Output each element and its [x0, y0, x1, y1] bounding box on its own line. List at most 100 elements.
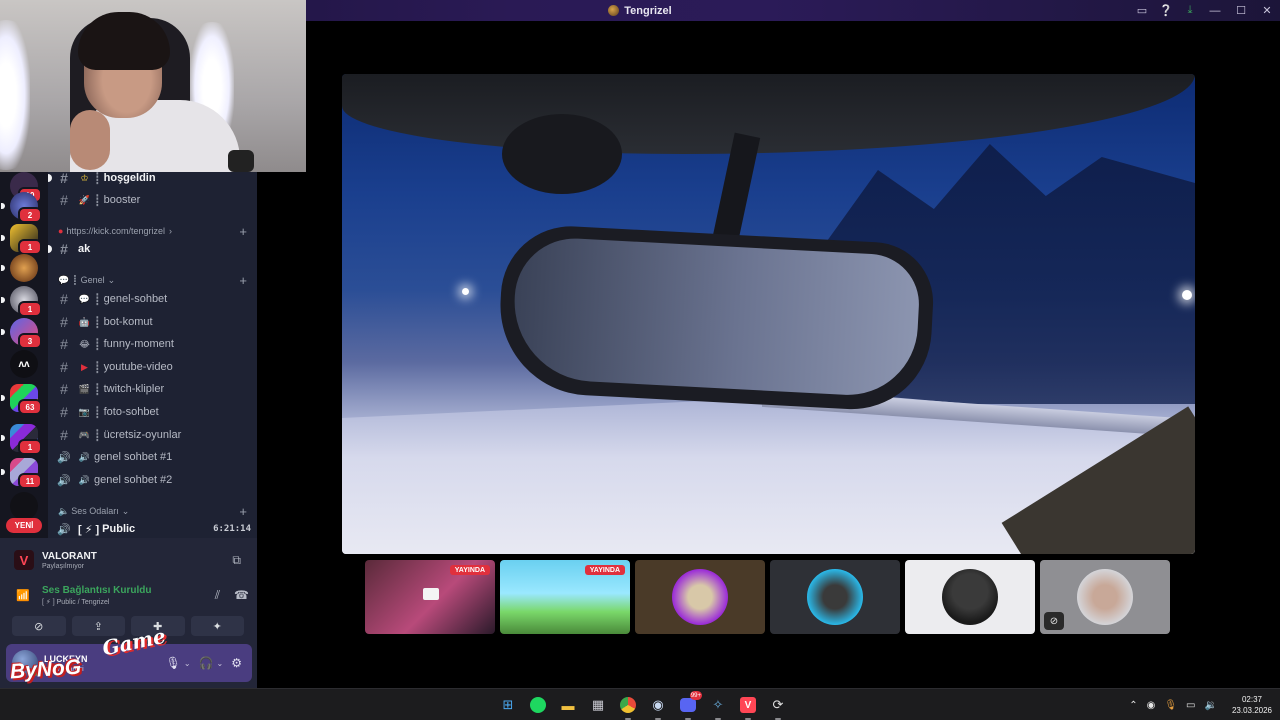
close-button[interactable]: ✕	[1254, 0, 1280, 21]
server-icon-5[interactable]: 1	[1, 286, 42, 317]
server-folder-1[interactable]: 63	[1, 384, 42, 415]
mention-badge: 63	[18, 399, 42, 415]
file-explorer-icon[interactable]: ▬	[556, 693, 580, 717]
voice-channel-genel-sohbet-1[interactable]: 🔊 🔊 genel sohbet #1	[56, 447, 251, 467]
channel-booster[interactable]: # 🚀 ┋ booster	[56, 190, 251, 210]
chevron-down-icon[interactable]: ⌄	[184, 659, 191, 668]
add-channel-icon[interactable]: +	[239, 273, 247, 288]
download-icon[interactable]: ⤓	[1178, 0, 1202, 21]
server-avatar: ʌʌ	[10, 350, 38, 378]
activities-button[interactable]: ✚	[131, 616, 185, 636]
category-name: Genel	[80, 275, 105, 285]
channel-emoji: 🎮	[78, 429, 91, 440]
valorant-taskbar-icon[interactable]: V	[736, 693, 760, 720]
channel-separator: ┋	[94, 429, 101, 442]
channel-name: ak	[78, 243, 91, 255]
user-area[interactable]: LUCKEYN yandı, cambi 🎙 ⌄ 🎧 ⌄ ⚙	[6, 644, 252, 682]
voice-timer: 6:21:14	[213, 524, 251, 534]
text-channel-icon: #	[60, 314, 68, 330]
channel-foto-sohbet[interactable]: # 📷 ┋ foto-sohbet	[56, 402, 251, 422]
server-icon-6[interactable]: 3	[1, 318, 42, 349]
username: LUCKEYN	[44, 653, 88, 664]
channel-ucretsiz-oyunlar[interactable]: # 🎮 ┋ ücretsiz-oyunlar	[56, 425, 251, 445]
network-icon[interactable]: ▭	[1186, 700, 1195, 711]
channel-emoji: 📷	[78, 406, 91, 417]
noise-suppression-icon[interactable]: ⫽	[215, 588, 220, 603]
add-channel-icon[interactable]: +	[239, 224, 247, 239]
unread-indicator	[48, 174, 52, 182]
screen-share-button[interactable]: ⇪	[71, 616, 125, 636]
clock[interactable]: 02:37 23.03.2026	[1232, 694, 1272, 716]
channel-emoji: 🤖	[78, 316, 91, 327]
gear-icon[interactable]: ⚙	[231, 656, 242, 670]
help-icon[interactable]: ❔	[1154, 0, 1178, 21]
participant-tile-3[interactable]	[905, 560, 1035, 634]
category-genel[interactable]: 💬 ┋ Genel ⌄ +	[58, 273, 247, 288]
channel-funny-moment[interactable]: # 😂 ┋ funny-moment	[56, 334, 251, 354]
channel-separator: ┋	[94, 293, 101, 306]
video-dashcam	[502, 114, 622, 194]
disconnect-icon[interactable]: ☎	[234, 588, 249, 602]
start-button[interactable]: ⊞	[496, 693, 520, 717]
steam-tray-icon[interactable]: ◉	[1147, 700, 1156, 711]
focused-stream-video[interactable]	[342, 74, 1195, 554]
maximize-button[interactable]: ☐	[1228, 0, 1254, 21]
add-channel-icon[interactable]: +	[239, 504, 247, 519]
avatar[interactable]	[12, 650, 40, 678]
channel-hosgeldin[interactable]: # ♔ ┋ hoşgeldin	[48, 172, 251, 188]
channel-name: funny-moment	[103, 338, 174, 350]
category-kick[interactable]: ● https://kick.com/tengrizel › +	[58, 224, 247, 239]
inbox-icon[interactable]: ▭	[1130, 0, 1154, 21]
chrome-icon[interactable]	[616, 693, 640, 720]
voice-channel-genel-sohbet-2[interactable]: 🔊 🔊 genel sohbet #2	[56, 470, 251, 490]
unread-indicator	[1, 265, 5, 271]
channel-ak[interactable]: # ak	[48, 239, 251, 259]
unread-indicator	[1, 329, 5, 335]
server-avatar	[10, 492, 38, 520]
server-icon-3[interactable]: 1	[1, 224, 42, 255]
spotify-icon[interactable]	[526, 693, 550, 717]
category-name: https://kick.com/tengrizel	[66, 226, 165, 236]
server-folder-3[interactable]: 11	[1, 458, 42, 489]
online-status-icon	[31, 669, 40, 678]
server-icon-8[interactable]	[10, 492, 38, 520]
channel-genel-sohbet[interactable]: # 💬 ┋ genel-sohbet	[56, 289, 251, 309]
network-app-icon[interactable]: ✧	[706, 693, 730, 720]
server-icon-2[interactable]: 2	[1, 192, 42, 223]
voice-connected-label: Ses Bağlantısı Kuruldu	[42, 584, 152, 596]
store-icon[interactable]: ▦	[586, 693, 610, 717]
stream-thumb-1[interactable]: YAYINDA	[365, 560, 495, 634]
share-screen-icon[interactable]: ⧉	[232, 553, 241, 568]
participant-tile-1[interactable]	[635, 560, 765, 634]
participant-tile-4[interactable]: ⊘	[1040, 560, 1170, 634]
chevron-up-icon[interactable]: ⌃	[1129, 700, 1137, 711]
stream-thumb-2[interactable]: YAYINDA	[500, 560, 630, 634]
valorant-icon: V	[14, 550, 34, 570]
mention-badge: 1	[18, 239, 42, 255]
soundboard-button[interactable]: ✦	[190, 616, 244, 636]
discord-icon[interactable]: 99+	[676, 691, 702, 720]
streamer-hand	[70, 110, 110, 170]
chevron-down-icon[interactable]: ⌄	[217, 659, 224, 668]
riot-client-icon[interactable]: ⟳	[766, 693, 790, 720]
volume-icon[interactable]: 🔉	[1205, 700, 1217, 711]
channel-separator: ┋	[94, 406, 101, 419]
server-icon-7[interactable]: ʌʌ	[10, 350, 38, 378]
minimize-button[interactable]: —	[1202, 0, 1228, 21]
microphone-tray-icon[interactable]: 🎙	[1164, 700, 1177, 711]
server-icon-4[interactable]	[1, 254, 38, 282]
headphones-icon[interactable]: 🎧	[199, 656, 214, 670]
camera-off-button[interactable]: ⊘	[12, 616, 66, 636]
channel-bot-komut[interactable]: # 🤖 ┋ bot-komut	[56, 312, 251, 332]
voice-channel-public[interactable]: 🔊 [ ⚡ ] Public 6:21:14	[56, 519, 251, 538]
channel-twitch-klipler[interactable]: # 🎬 ┋ twitch-klipler	[56, 379, 251, 399]
category-separator: ┋	[72, 274, 78, 285]
steam-icon[interactable]: ◉	[646, 693, 670, 720]
server-folder-2[interactable]: 1	[1, 424, 42, 455]
channel-youtube-video[interactable]: # ▶ ┋ youtube-video	[56, 357, 251, 377]
microphone-icon[interactable]: 🎙	[166, 656, 181, 670]
participant-tile-2[interactable]	[770, 560, 900, 634]
new-badge: YENİ	[6, 518, 42, 533]
category-ses-odalari[interactable]: 🔈 Ses Odaları ⌄ +	[58, 504, 247, 519]
video-car-roof	[342, 74, 1195, 154]
